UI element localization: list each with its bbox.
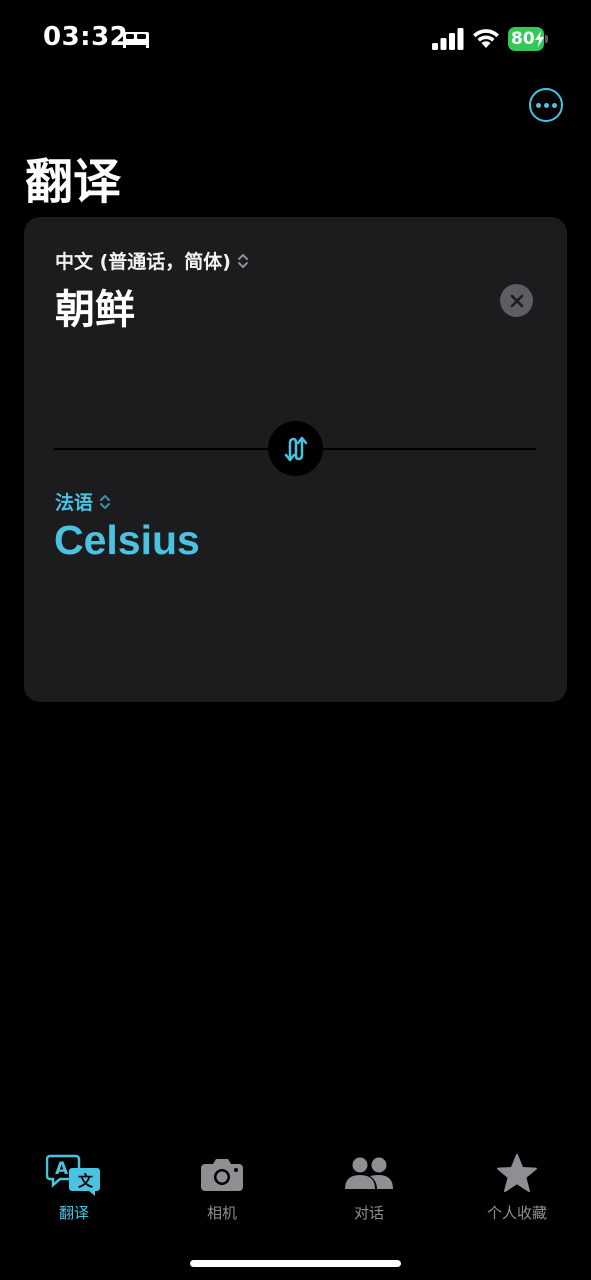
translate-icon: A 文 [46,1154,100,1196]
charging-bolt-icon [535,31,544,47]
home-indicator[interactable] [190,1260,401,1267]
target-language-label: 法语 [55,492,94,514]
close-icon [510,294,523,307]
translation-card: 中文 (普通话，简体) 朝鲜 法语 Celsius [24,217,567,702]
wifi-icon [473,29,499,48]
people-icon [345,1157,393,1189]
tab-camera[interactable]: 相机 [162,1150,282,1230]
source-language-selector[interactable]: 中文 (普通话，简体) [55,247,249,274]
target-language-selector[interactable]: 法语 [55,488,111,515]
tab-bar: A 文 翻译 相机 对话 个人收藏 [0,1150,591,1240]
bed-icon [123,32,149,48]
translated-text[interactable]: Celsius [54,517,200,564]
source-text-input[interactable]: 朝鲜 [55,277,135,335]
svg-text:文: 文 [78,1172,94,1190]
tab-conversation[interactable]: 对话 [309,1150,429,1230]
status-bar: 03:32 80 [0,0,591,80]
battery-icon: 80 [508,27,548,51]
tab-label: 翻译 [58,1204,89,1222]
tab-label: 对话 [353,1204,384,1222]
chevron-up-down-icon [100,494,111,509]
page-title: 翻译 [25,154,122,210]
tab-label: 相机 [206,1204,237,1222]
tab-favorites[interactable]: 个人收藏 [457,1150,577,1230]
swap-languages-button[interactable] [268,421,323,476]
ellipsis-dot [543,102,549,108]
more-options-button[interactable] [529,88,563,122]
ellipsis-circle-icon [535,102,541,108]
battery-cap [545,35,548,43]
cellular-signal-icon [432,28,464,50]
star-icon [497,1154,537,1192]
status-time: 03:32 [43,22,129,52]
ellipsis-dot [551,102,557,108]
svg-text:A: A [55,1159,69,1179]
chevron-up-down-icon [237,253,248,268]
camera-icon [201,1159,243,1191]
swap-arrows-icon [284,436,307,461]
clear-text-button[interactable] [500,284,533,317]
translate-screen: 03:32 80 翻译 中文 (普通话，简体) 朝鲜 法语 Celsius A … [0,0,591,1280]
tab-translate[interactable]: A 文 翻译 [14,1150,134,1230]
tab-label: 个人收藏 [486,1204,547,1222]
source-language-label: 中文 (普通话，简体) [55,251,231,273]
